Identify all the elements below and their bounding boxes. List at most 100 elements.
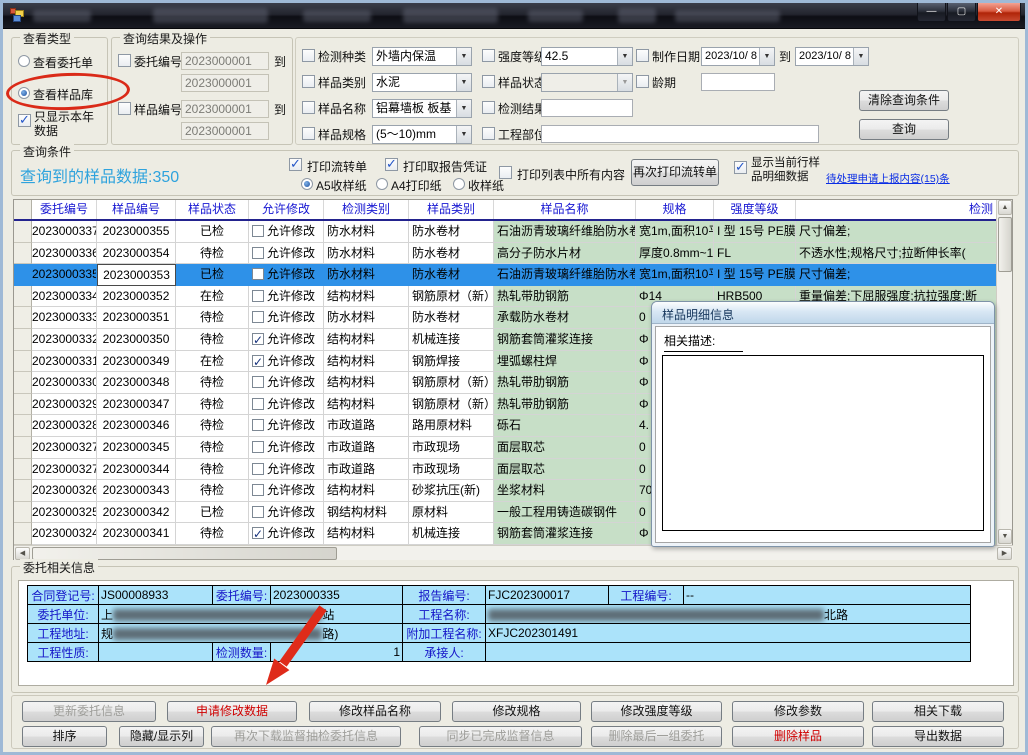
spec-cell[interactable]: 宽1m,面积10平方: [636, 264, 714, 286]
test-category-cell[interactable]: 防水材料: [324, 221, 409, 243]
status-cell[interactable]: 已检: [176, 502, 249, 524]
status-cell[interactable]: 已检: [176, 264, 249, 286]
minimize-button[interactable]: —: [917, 3, 946, 22]
test-category-cell[interactable]: 市政道路: [324, 459, 409, 481]
status-cell[interactable]: 待检: [176, 415, 249, 437]
table-row[interactable]: 20230003352023000353已检允许修改防水材料防水卷材石油沥青玻璃…: [14, 264, 997, 286]
row-header-cell[interactable]: [14, 394, 32, 416]
sample-no-cell[interactable]: 2023000350: [97, 329, 176, 351]
grid-column-header[interactable]: 允许修改: [249, 200, 324, 219]
action-button[interactable]: 修改规格: [452, 701, 581, 722]
sample-no-cell[interactable]: 2023000343: [97, 480, 176, 502]
status-cell[interactable]: 待检: [176, 329, 249, 351]
allow-edit-checkbox[interactable]: [252, 311, 264, 323]
allow-edit-cell[interactable]: 允许修改: [249, 372, 324, 394]
status-cell[interactable]: 待检: [176, 523, 249, 545]
row-header-cell[interactable]: [14, 372, 32, 394]
range-from-field[interactable]: 2023000001: [181, 100, 269, 118]
row-header-cell[interactable]: [14, 307, 32, 329]
row-header-cell[interactable]: [14, 351, 32, 373]
sample-no-cell[interactable]: 2023000347: [97, 394, 176, 416]
grid-column-header[interactable]: 规格: [636, 200, 714, 219]
chevron-down-icon[interactable]: ▼: [456, 126, 471, 143]
range-to-field[interactable]: 2023000001: [181, 122, 269, 140]
allow-edit-checkbox[interactable]: [252, 441, 264, 453]
query-button[interactable]: 查询: [859, 119, 949, 140]
allow-edit-checkbox[interactable]: [252, 376, 264, 388]
maximize-button[interactable]: ▢: [947, 3, 976, 22]
entrust-no-cell[interactable]: 2023000331: [32, 351, 97, 373]
allow-edit-checkbox[interactable]: [252, 333, 264, 345]
sample-name-cell[interactable]: 一般工程用铸造碳钢件: [494, 502, 636, 524]
sample-category-cell[interactable]: 原材料: [409, 502, 494, 524]
filter-checkbox[interactable]: [302, 49, 315, 62]
date-picker[interactable]: 2023/10/ 8▼: [795, 47, 869, 66]
sample-name-cell[interactable]: 面层取芯: [494, 437, 636, 459]
grid-column-header[interactable]: 检测类别: [324, 200, 409, 219]
scroll-thumb[interactable]: [998, 217, 1012, 272]
sample-category-cell[interactable]: 钢筋原材（新）: [409, 372, 494, 394]
row-header-cell[interactable]: [14, 459, 32, 481]
entrust-no-cell[interactable]: 2023000326: [32, 480, 97, 502]
row-header-cell[interactable]: [14, 480, 32, 502]
allow-edit-checkbox[interactable]: [252, 268, 264, 280]
action-button[interactable]: 相关下载: [872, 701, 1004, 722]
sample-category-cell[interactable]: 防水卷材: [409, 221, 494, 243]
sample-no-cell[interactable]: 2023000342: [97, 502, 176, 524]
row-header-cell[interactable]: [14, 286, 32, 308]
horizontal-scrollbar[interactable]: ◀▶: [14, 545, 1013, 560]
test-category-cell[interactable]: 结构材料: [324, 523, 409, 545]
sample-no-cell[interactable]: 2023000353: [97, 264, 176, 286]
allow-edit-cell[interactable]: 允许修改: [249, 523, 324, 545]
sample-no-cell[interactable]: 2023000341: [97, 523, 176, 545]
spec-cell[interactable]: 厚度0.8mm~1.0: [636, 243, 714, 265]
test-category-cell[interactable]: 市政道路: [324, 437, 409, 459]
filter-text-field[interactable]: [541, 125, 819, 143]
print-all-checkbox[interactable]: [499, 166, 512, 179]
entrust-no-cell[interactable]: 2023000327: [32, 437, 97, 459]
entrust-no-cell[interactable]: 2023000329: [32, 394, 97, 416]
grid-column-header[interactable]: 样品类别: [409, 200, 494, 219]
entrust-no-cell[interactable]: 2023000337: [32, 221, 97, 243]
date-picker[interactable]: 2023/10/ 8▼: [701, 47, 775, 66]
allow-edit-checkbox[interactable]: [252, 484, 264, 496]
table-row[interactable]: 20230003372023000355已检允许修改防水材料防水卷材石油沥青玻璃…: [14, 221, 997, 243]
grid-column-header[interactable]: 样品状态: [176, 200, 249, 219]
scroll-right-icon[interactable]: ▶: [997, 547, 1012, 560]
entrust-no-cell[interactable]: 2023000327: [32, 459, 97, 481]
row-header-cell[interactable]: [14, 264, 32, 286]
chevron-down-icon[interactable]: ▼: [456, 48, 471, 65]
allow-edit-checkbox[interactable]: [252, 225, 264, 237]
titlebar[interactable]: — ▢ ✕: [3, 3, 1025, 29]
sample-no-cell[interactable]: 2023000351: [97, 307, 176, 329]
test-category-cell[interactable]: 钢结构材料: [324, 502, 409, 524]
test-category-cell[interactable]: 防水材料: [324, 243, 409, 265]
status-cell[interactable]: 待检: [176, 372, 249, 394]
range-from-field[interactable]: 2023000001: [181, 52, 269, 70]
chevron-down-icon[interactable]: ▼: [853, 48, 868, 65]
allow-edit-cell[interactable]: 允许修改: [249, 502, 324, 524]
sample-category-cell[interactable]: 市政现场: [409, 459, 494, 481]
test-params-cell[interactable]: 尺寸偏差;: [796, 221, 997, 243]
sample-name-cell[interactable]: 热轧带肋钢筋: [494, 286, 636, 308]
filter-checkbox[interactable]: [302, 75, 315, 88]
row-header-cell[interactable]: [14, 415, 32, 437]
allow-edit-cell[interactable]: 允许修改: [249, 437, 324, 459]
print-receipt-checkbox[interactable]: [385, 158, 398, 171]
allow-edit-cell[interactable]: 允许修改: [249, 480, 324, 502]
filter-checkbox[interactable]: [302, 127, 315, 140]
action-button[interactable]: 修改参数: [732, 701, 864, 722]
filter-dropdown[interactable]: 外墙内保温▼: [372, 47, 472, 66]
show-detail-checkbox[interactable]: [734, 161, 747, 174]
allow-edit-cell[interactable]: 允许修改: [249, 394, 324, 416]
allow-edit-checkbox[interactable]: [252, 527, 264, 539]
status-cell[interactable]: 在检: [176, 286, 249, 308]
test-category-cell[interactable]: 结构材料: [324, 351, 409, 373]
entrust-no-cell[interactable]: 2023000335: [32, 264, 97, 286]
sample-name-cell[interactable]: 高分子防水片材: [494, 243, 636, 265]
range-to-field[interactable]: 2023000001: [181, 74, 269, 92]
sample-name-cell[interactable]: 钢筋套筒灌浆连接: [494, 523, 636, 545]
grade-cell[interactable]: I 型 15号 PE膜: [714, 221, 796, 243]
entrust-no-cell[interactable]: 2023000336: [32, 243, 97, 265]
filter-dropdown[interactable]: 42.5▼: [541, 47, 633, 66]
